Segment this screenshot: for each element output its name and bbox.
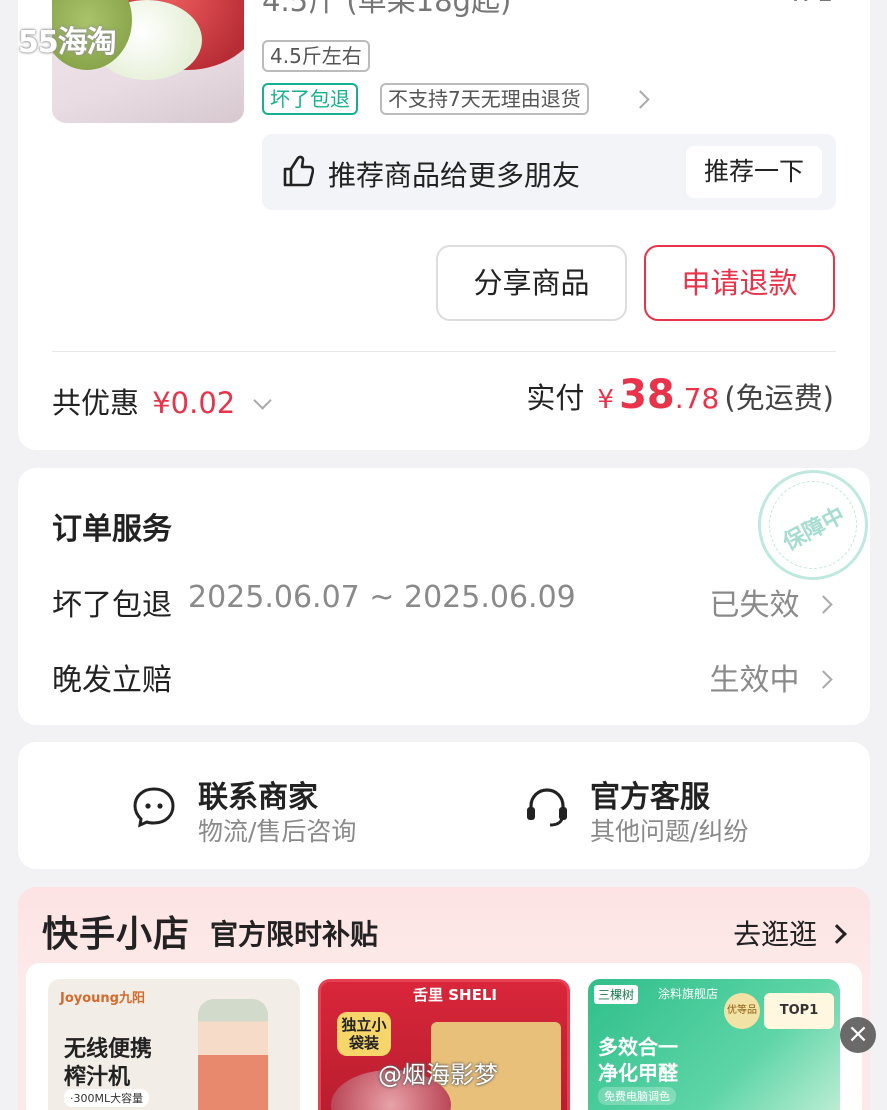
chevron-right-icon bbox=[814, 595, 833, 614]
watermark-brand: 55海淘 bbox=[18, 25, 117, 60]
tags-chevron-icon[interactable] bbox=[631, 90, 650, 109]
discount-summary[interactable]: 共优惠 ¥0.02 bbox=[52, 380, 273, 422]
paid-label: 实付 bbox=[526, 381, 585, 415]
contact-card: 联系商家 物流/售后咨询 官方客服 其他问题/纠纷 bbox=[18, 742, 870, 869]
service-row-name-2: 晚发立赔 bbox=[52, 663, 172, 698]
contact-merchant-title: 联系商家 bbox=[198, 780, 318, 815]
promo-item-snacks[interactable]: 舌里 SHELI 独立小袋装 bbox=[318, 979, 570, 1110]
promo-item-2-brand: 舌里 SHELI bbox=[413, 986, 497, 1004]
shipping-note: (免运费) bbox=[724, 381, 834, 415]
promo-item-3-note: 免费电脑调色 bbox=[598, 1087, 676, 1105]
discount-value: ¥0.02 bbox=[152, 386, 236, 420]
recommend-button[interactable]: 推荐一下 bbox=[686, 146, 822, 198]
no-7day-return-tag: 不支持7天无理由退货 bbox=[380, 83, 589, 115]
product-title: 4.5斤 (单果18g起) bbox=[262, 0, 512, 18]
contact-support-subtitle: 其他问题/纠纷 bbox=[590, 817, 749, 846]
thumbs-up-icon bbox=[283, 155, 314, 187]
contact-merchant-subtitle: 物流/售后咨询 bbox=[198, 817, 357, 846]
bad-refund-tag: 坏了包退 bbox=[262, 83, 358, 115]
promo-item-3-brand-2: 涂料旗舰店 bbox=[658, 987, 719, 1001]
headset-icon bbox=[527, 788, 567, 827]
promo-item-juicer[interactable]: Joyoung九阳 无线便携 榨汁机 ·300ML大容量 bbox=[48, 979, 300, 1110]
promo-item-1-note: ·300ML大容量 bbox=[64, 1089, 150, 1107]
order-service-card: 订单服务 保障中 坏了包退 2025.06.07 ~ 2025.06.09 已失… bbox=[18, 468, 870, 725]
juicer-bottle-shape bbox=[198, 999, 268, 1110]
product-quantity: x 1 bbox=[793, 0, 833, 8]
paid-amount-integer: 38 bbox=[619, 372, 675, 418]
promo-item-3-headline-1: 多效合一 bbox=[598, 1035, 678, 1059]
chevron-right-icon bbox=[827, 924, 847, 944]
close-float-button[interactable]: × bbox=[840, 1017, 876, 1053]
promo-item-3-badge-1: 优等品 bbox=[724, 993, 760, 1029]
contact-official-support[interactable]: 官方客服 其他问题/纠纷 bbox=[524, 772, 784, 846]
promo-go-link[interactable]: 去逛逛 bbox=[733, 913, 847, 953]
paid-amount-decimal: .78 bbox=[674, 382, 720, 415]
promo-go-text: 去逛逛 bbox=[733, 918, 818, 951]
currency-symbol: ¥ bbox=[597, 385, 614, 415]
promo-item-2-badge: 独立小袋装 bbox=[337, 1012, 391, 1056]
service-row-status-2[interactable]: 生效中 bbox=[709, 655, 833, 699]
promo-brand: 快手小店 bbox=[42, 914, 191, 955]
promo-item-3-badge-2: TOP1 bbox=[764, 993, 834, 1029]
apply-refund-button[interactable]: 申请退款 bbox=[644, 245, 835, 321]
recommend-bar: 推荐商品给更多朋友 推荐一下 bbox=[262, 134, 836, 210]
promo-item-1-headline-2: 榨汁机 bbox=[64, 1065, 131, 1090]
order-service-title: 订单服务 bbox=[52, 512, 172, 547]
product-card: 4.5斤 (单果18g起) x 1 4.5斤左右 坏了包退 不支持7天无理由退货… bbox=[18, 0, 870, 450]
close-icon: × bbox=[847, 1019, 869, 1049]
promo-item-3-headline-2: 净化甲醛 bbox=[598, 1061, 678, 1085]
promo-subtitle: 官方限时补贴 bbox=[210, 918, 379, 951]
discount-label: 共优惠 bbox=[52, 386, 140, 420]
promo-item-3-brand-1: 三棵树 bbox=[594, 985, 639, 1004]
status-text: 生效中 bbox=[709, 663, 800, 698]
service-row-status-1[interactable]: 已失效 bbox=[709, 580, 833, 624]
chat-bubble-icon bbox=[133, 787, 175, 828]
share-product-button[interactable]: 分享商品 bbox=[436, 245, 627, 321]
service-row-dates-1: 2025.06.07 ~ 2025.06.09 bbox=[188, 580, 576, 615]
spec-tag: 4.5斤左右 bbox=[262, 40, 370, 72]
promo-item-paint[interactable]: 三棵树 涂料旗舰店 优等品 TOP1 多效合一 净化甲醛 免费电脑调色 bbox=[588, 979, 840, 1110]
recommend-text: 推荐商品给更多朋友 bbox=[328, 159, 581, 192]
service-row-name-1: 坏了包退 bbox=[52, 588, 172, 623]
promo-item-1-brand: Joyoung九阳 bbox=[60, 991, 145, 1006]
divider bbox=[52, 351, 836, 352]
watermark-user: @烟海影梦 bbox=[378, 1061, 498, 1089]
chevron-down-icon bbox=[253, 391, 273, 410]
contact-merchant[interactable]: 联系商家 物流/售后咨询 bbox=[132, 772, 392, 846]
chevron-right-icon bbox=[814, 670, 833, 689]
paid-summary: 实付 ¥ 38.78 (免运费) bbox=[526, 372, 834, 418]
contact-support-title: 官方客服 bbox=[590, 780, 710, 815]
status-text: 已失效 bbox=[709, 588, 800, 623]
